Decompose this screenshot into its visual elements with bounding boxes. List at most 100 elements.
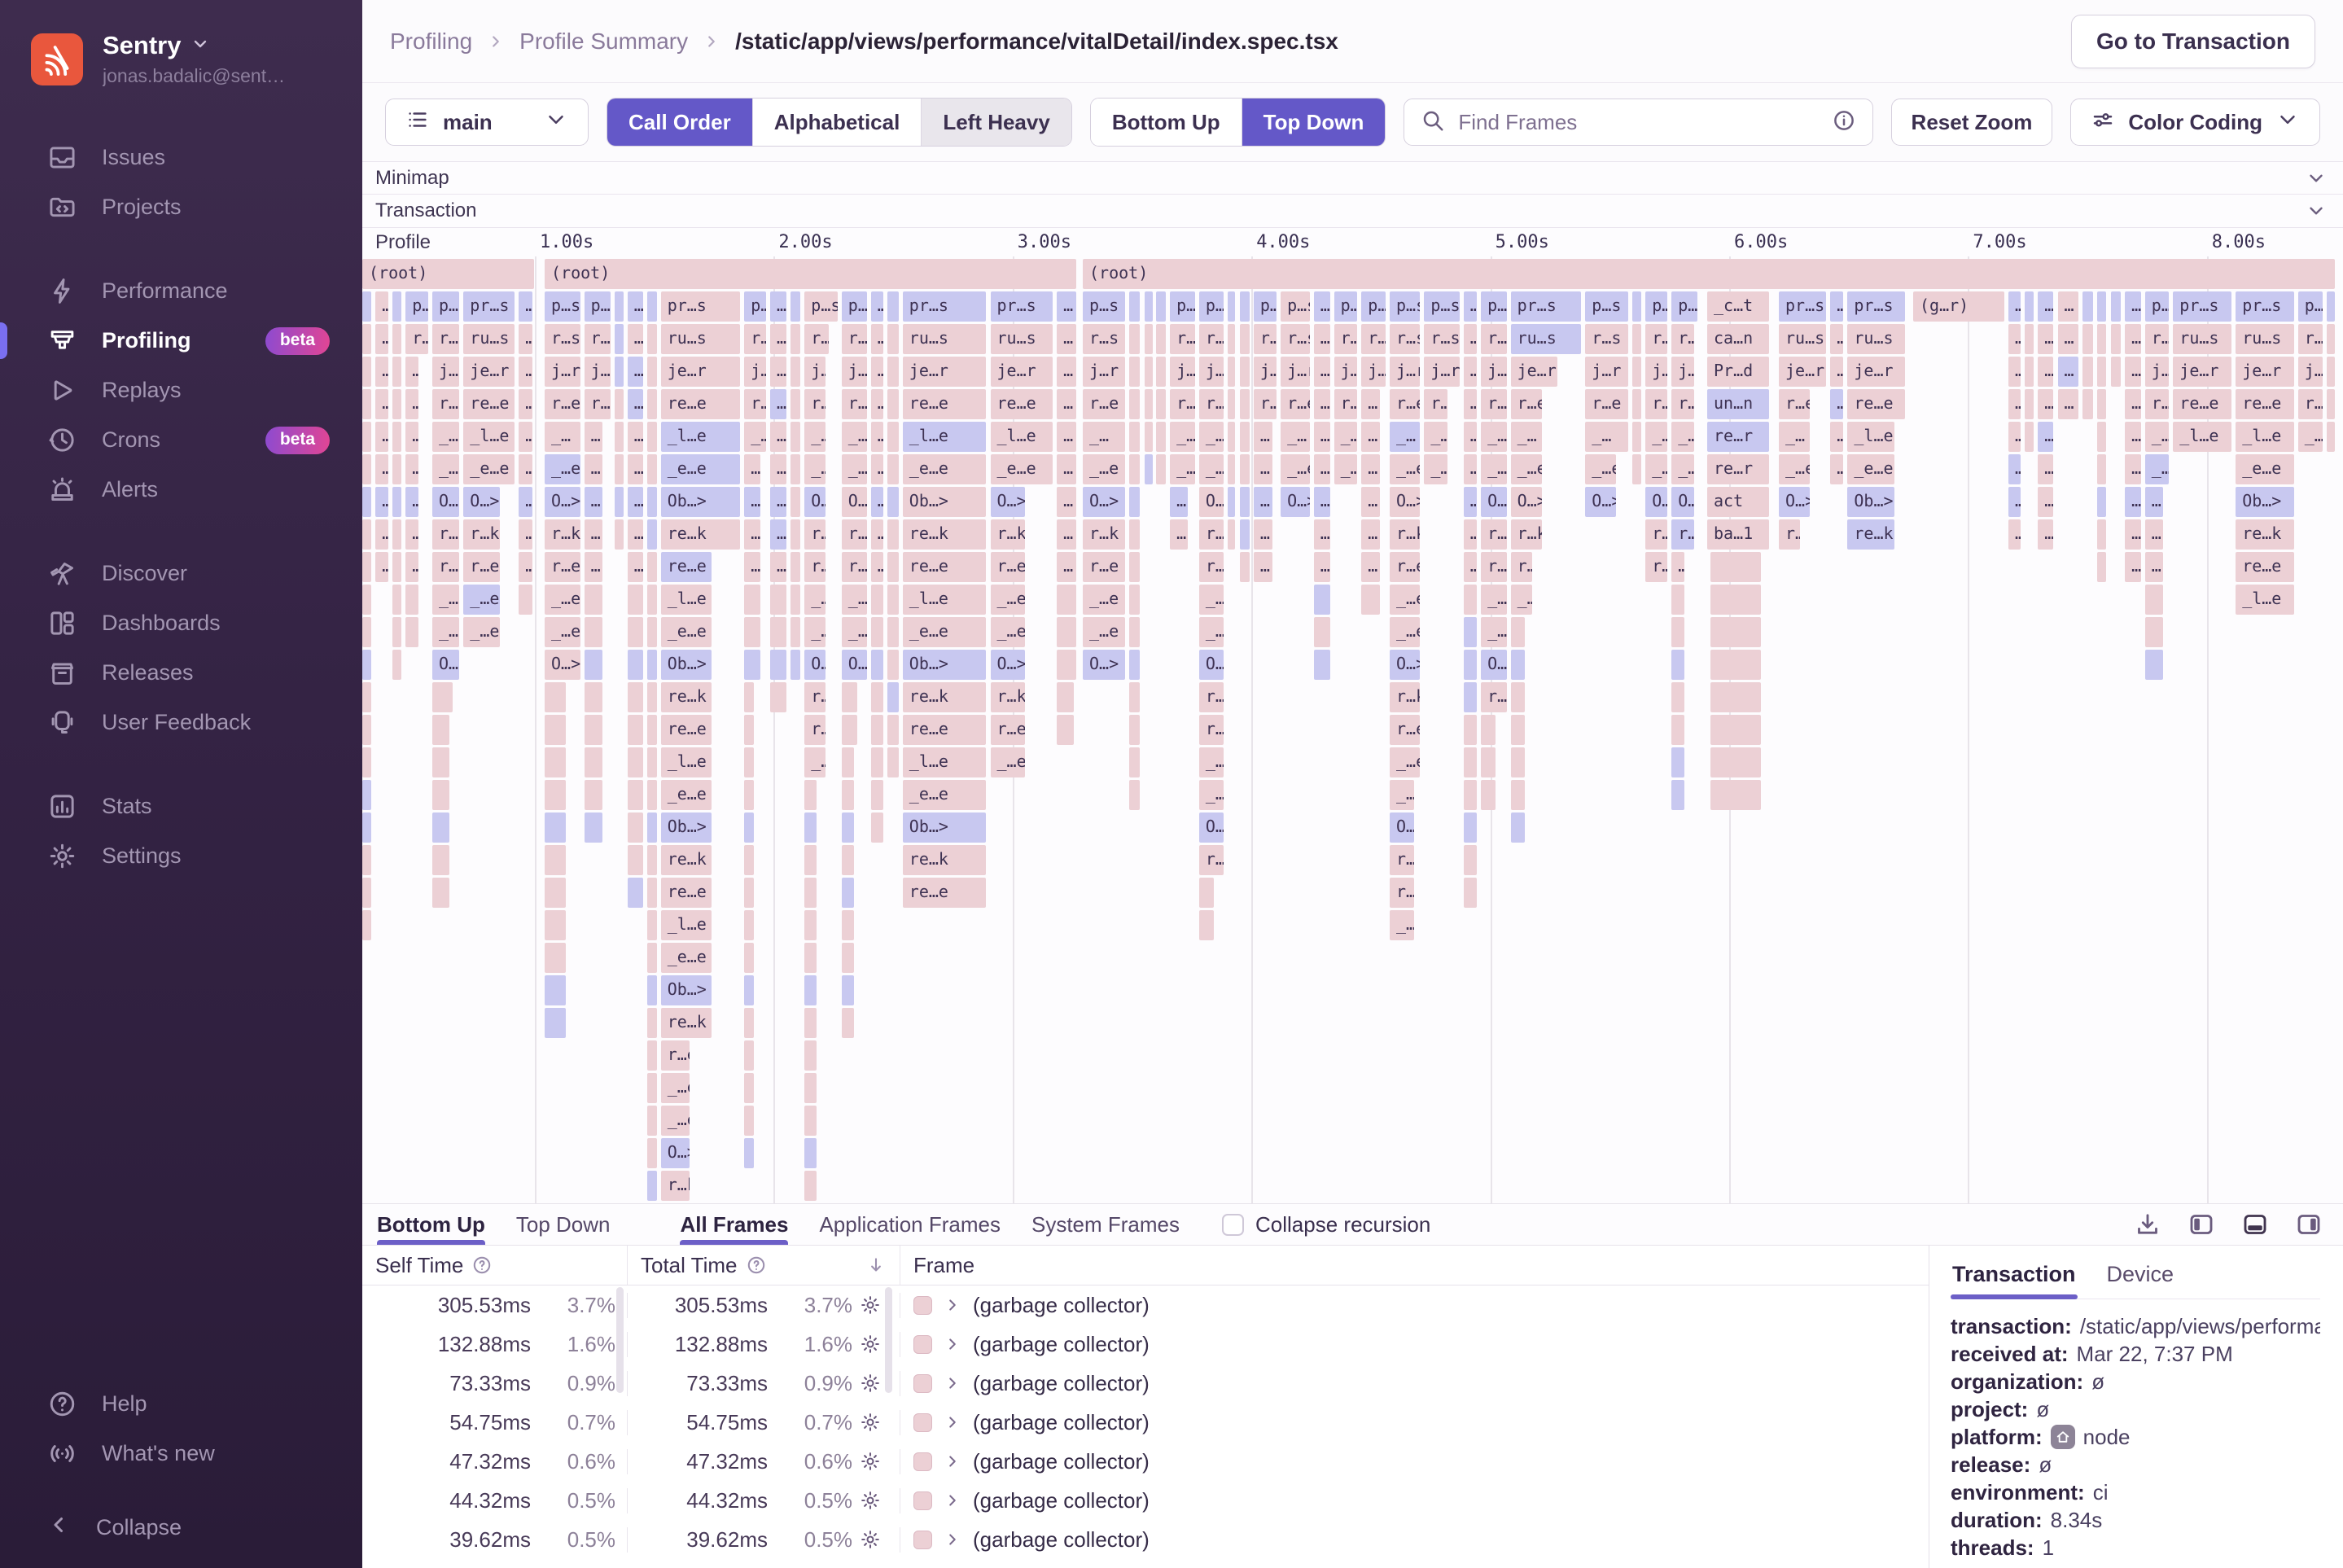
flame-frame[interactable] xyxy=(1129,291,1140,322)
flame-frame[interactable] xyxy=(2097,291,2107,322)
flame-frame[interactable] xyxy=(790,422,800,452)
flame-frame[interactable]: r…s xyxy=(2298,324,2323,354)
flame-frame[interactable]: … xyxy=(1464,487,1477,517)
flame-frame[interactable] xyxy=(1057,715,1074,745)
table-row[interactable]: 39.62ms0.5%39.62ms0.5%(garbage collector… xyxy=(362,1520,1929,1559)
expand-chevron-icon[interactable] xyxy=(944,1491,961,1509)
flame-frame[interactable]: … xyxy=(519,357,532,387)
flame-frame[interactable] xyxy=(432,715,449,745)
flame-frame[interactable] xyxy=(790,519,800,550)
flame-frame[interactable] xyxy=(887,487,899,517)
flame-frame[interactable]: … xyxy=(375,422,388,452)
flame-frame[interactable]: re…e xyxy=(903,878,987,908)
flame-frame[interactable]: r…s xyxy=(1671,324,1694,354)
flame-frame[interactable] xyxy=(1228,519,1236,550)
flame-frame[interactable]: _…e xyxy=(804,454,826,484)
flame-frame[interactable]: … xyxy=(628,422,643,452)
flame-frame[interactable]: _e…e xyxy=(661,617,712,647)
flame-frame[interactable] xyxy=(887,585,899,615)
flame-frame[interactable] xyxy=(647,487,657,517)
flame-frame[interactable]: r…e xyxy=(1083,552,1125,582)
flame-frame[interactable] xyxy=(1228,422,1236,452)
flame-frame[interactable] xyxy=(1240,487,1250,517)
flame-frame[interactable]: … xyxy=(2008,389,2021,419)
flame-frame[interactable] xyxy=(1710,617,1761,647)
flame-frame[interactable]: O…> xyxy=(1281,487,1310,517)
flame-frame[interactable]: … xyxy=(519,389,532,419)
flame-frame[interactable] xyxy=(362,878,371,908)
flame-frame[interactable]: _…e xyxy=(842,617,867,647)
transaction-row[interactable]: Transaction xyxy=(362,194,2343,227)
flame-frame[interactable]: r…e xyxy=(432,389,459,419)
flame-frame[interactable]: p…s xyxy=(2298,291,2323,322)
flame-frame[interactable]: r…e xyxy=(1481,552,1507,582)
flame-frame[interactable]: _l…e xyxy=(903,585,987,615)
flame-frame[interactable]: _…e xyxy=(1199,617,1224,647)
flame-frame[interactable] xyxy=(1632,291,1642,322)
flame-frame[interactable] xyxy=(744,715,754,745)
flame-frame[interactable]: _…e xyxy=(1585,454,1616,484)
flame-frame[interactable]: je…r xyxy=(991,357,1053,387)
flame-frame[interactable]: … xyxy=(2125,357,2141,387)
flame-frame[interactable] xyxy=(392,487,401,517)
flame-frame[interactable]: O…> xyxy=(1511,487,1543,517)
flame-frame[interactable]: _…e xyxy=(1390,747,1420,777)
flame-frame[interactable]: … xyxy=(1314,552,1330,582)
flame-frame[interactable]: _c…t xyxy=(1707,291,1769,322)
flame-frame[interactable]: r…e xyxy=(463,552,500,582)
flame-frame[interactable]: r…e xyxy=(1083,389,1125,419)
flame-frame[interactable]: _e…e xyxy=(1847,454,1894,484)
flame-frame[interactable]: _e…e xyxy=(661,943,712,973)
flame-frame[interactable]: _…e xyxy=(842,454,867,484)
org-switcher[interactable]: Sentry jonas.badalic@sent… xyxy=(0,0,362,112)
flame-frame[interactable]: r…k xyxy=(1390,682,1420,712)
flame-frame[interactable]: … xyxy=(2008,324,2021,354)
expand-chevron-icon[interactable] xyxy=(944,1296,961,1314)
flame-frame[interactable] xyxy=(1129,650,1140,680)
flame-frame[interactable]: _l…e xyxy=(463,422,515,452)
flame-frame[interactable] xyxy=(615,487,624,517)
flame-frame[interactable] xyxy=(1228,454,1236,484)
flame-frame[interactable]: r…k xyxy=(842,519,867,550)
flame-frame[interactable]: act xyxy=(1707,487,1769,517)
flame-frame[interactable] xyxy=(2327,324,2335,354)
flame-frame[interactable]: _… xyxy=(1511,422,1543,452)
flame-frame[interactable] xyxy=(1632,357,1642,387)
flame-frame[interactable] xyxy=(362,357,371,387)
flame-frame[interactable] xyxy=(2327,357,2335,387)
flame-frame[interactable]: … xyxy=(2125,291,2141,322)
flame-frame[interactable]: re…e xyxy=(903,552,987,582)
flame-frame[interactable]: … xyxy=(744,454,760,484)
flame-frame[interactable] xyxy=(647,1171,657,1201)
flame-frame[interactable]: j…r xyxy=(1254,357,1277,387)
flame-frame[interactable]: r…e xyxy=(744,389,766,419)
flame-frame[interactable]: O…> xyxy=(545,487,580,517)
flame-frame[interactable] xyxy=(744,1106,754,1136)
flame-frame[interactable] xyxy=(744,812,754,843)
flame-frame[interactable] xyxy=(1671,617,1684,647)
flame-frame[interactable]: … xyxy=(871,324,883,354)
flame-frame[interactable]: p…s xyxy=(585,291,611,322)
flame-frame[interactable]: Ob…> xyxy=(903,650,987,680)
flame-frame[interactable]: … xyxy=(1830,389,1843,419)
flame-frame[interactable]: re…e xyxy=(661,552,712,582)
flame-frame[interactable]: O…> xyxy=(1779,487,1810,517)
flame-frame[interactable]: r…e xyxy=(1254,389,1277,419)
flame-frame[interactable] xyxy=(804,1106,817,1136)
flame-frame[interactable]: … xyxy=(1830,454,1843,484)
flame-frame[interactable] xyxy=(628,747,643,777)
flame-frame[interactable]: … xyxy=(2038,357,2053,387)
layout-left-icon[interactable] xyxy=(2187,1210,2216,1239)
flame-frame[interactable] xyxy=(362,747,371,777)
flame-frame[interactable] xyxy=(1632,324,1642,354)
flame-frame[interactable] xyxy=(871,650,883,680)
gear-icon[interactable] xyxy=(852,1372,888,1395)
flame-frame[interactable]: p…s xyxy=(804,291,838,322)
flame-frame[interactable]: … xyxy=(1361,389,1380,419)
flame-frame[interactable]: … xyxy=(585,487,603,517)
flame-frame[interactable] xyxy=(790,487,800,517)
flame-frame[interactable]: _… xyxy=(1645,422,1667,452)
flame-frame[interactable]: r…k xyxy=(545,519,580,550)
flame-frame[interactable]: Ob…> xyxy=(661,975,712,1005)
flame-frame[interactable]: _…e xyxy=(1334,454,1358,484)
